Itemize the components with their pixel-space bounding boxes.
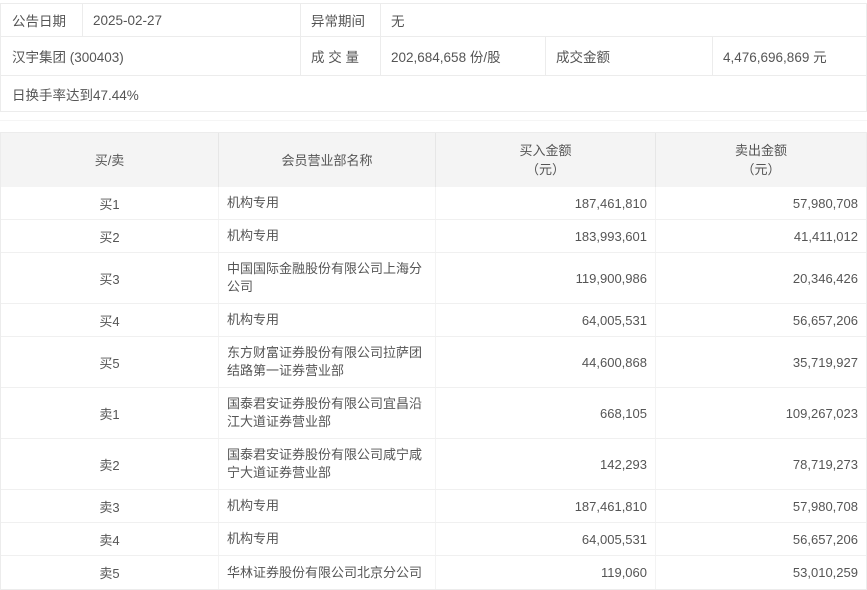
announce-date-value: 2025-02-27: [83, 4, 301, 36]
row-buy-amount: 119,900,986: [436, 253, 656, 303]
row-sell-amount: 56,657,206: [792, 531, 858, 547]
turnover-note: 日换手率达到47.44%: [12, 87, 139, 103]
table-row: 买1 机构专用 187,461,810 57,980,708: [1, 187, 866, 220]
table-row: 卖3 机构专用 187,461,810 57,980,708: [1, 490, 866, 523]
amount-label: 成交金额: [546, 37, 713, 75]
summary-panel: 公告日期 2025-02-27 异常期间 无 汉宇集团 (300403) 成 交…: [0, 3, 867, 112]
row-broker-name: 中国国际金融股份有限公司上海分公司: [219, 253, 436, 303]
row-side-label: 卖5: [1, 556, 219, 589]
row-side-label: 卖1: [1, 388, 219, 438]
section-gap: [0, 112, 867, 132]
row-buy-amount: 668,105: [436, 388, 656, 438]
table-row: 卖1 国泰君安证券股份有限公司宜昌沿江大道证券营业部 668,105 109,2…: [1, 388, 866, 439]
row-sell-amount: 41,411,012: [793, 228, 858, 244]
row-sell-amount: 53,010,259: [792, 565, 858, 580]
row-sell-amount: 109,267,023: [785, 405, 858, 421]
row-sell-amount: 20,346,426: [792, 270, 858, 286]
row-broker-name: 机构专用: [219, 523, 436, 555]
row-sell-amount: 56,657,206: [792, 312, 858, 328]
row-side-label: 买3: [1, 253, 219, 303]
table-row: 买2 机构专用 183,993,601 41,411,012: [1, 220, 866, 253]
stock-disclosure-page: 公告日期 2025-02-27 异常期间 无 汉宇集团 (300403) 成 交…: [0, 3, 867, 590]
row-buy-amount: 187,461,810: [436, 490, 656, 522]
row-side-label: 买5: [1, 337, 219, 387]
row-broker-name: 机构专用: [219, 187, 436, 219]
row-broker-name: 机构专用: [219, 220, 436, 252]
announce-date-label: 公告日期: [1, 4, 83, 36]
row-broker-name: 机构专用: [219, 304, 436, 336]
volume-label: 成 交 量: [301, 37, 381, 75]
row-side-label: 买1: [1, 187, 219, 219]
row-buy-amount: 183,993,601: [436, 220, 656, 252]
summary-row-volume: 汉宇集团 (300403) 成 交 量 202,684,658 份/股 成交金额…: [1, 37, 866, 76]
broker-rank-table: 买/卖 会员营业部名称 买入金额 （元） 卖出金额 （元） 买1 机构专用 18…: [0, 132, 867, 590]
row-buy-amount: 64,005,531: [436, 523, 656, 555]
row-broker-name: 国泰君安证券股份有限公司宜昌沿江大道证券营业部: [219, 388, 436, 438]
table-header-side: 买/卖: [1, 133, 219, 187]
row-buy-amount: 187,461,810: [436, 187, 656, 219]
abnormal-period-value: 无: [391, 14, 405, 29]
table-body: 买1 机构专用 187,461,810 57,980,708 买2 机构专用 1…: [1, 187, 866, 589]
row-side-label: 卖2: [1, 439, 219, 489]
row-buy-amount: 142,293: [436, 439, 656, 489]
table-header-sell-line2: （元）: [741, 162, 781, 177]
row-buy-amount: 44,600,868: [436, 337, 656, 387]
table-row: 卖2 国泰君安证券股份有限公司咸宁咸宁大道证券营业部 142,293 78,71…: [1, 439, 866, 490]
row-broker-name: 机构专用: [219, 490, 436, 522]
row-sell-amount: 78,719,273: [792, 456, 858, 472]
volume-value: 202,684,658 份/股: [381, 37, 546, 75]
abnormal-period-label: 异常期间: [301, 4, 381, 36]
row-sell-amount: 57,980,708: [792, 195, 858, 211]
table-row: 买4 机构专用 64,005,531 56,657,206: [1, 304, 866, 337]
row-buy-amount: 64,005,531: [436, 304, 656, 336]
row-side-label: 卖3: [1, 490, 219, 522]
table-header-sell: 卖出金额 （元）: [656, 133, 866, 187]
row-broker-name: 东方财富证券股份有限公司拉萨团结路第一证券营业部: [219, 337, 436, 387]
stock-name: 汉宇集团 (300403): [1, 37, 301, 75]
table-header-buy-line2: （元）: [525, 162, 565, 177]
row-sell-amount: 57,980,708: [792, 498, 858, 514]
table-row: 卖5 华林证券股份有限公司北京分公司 119,060 53,010,259: [1, 556, 866, 589]
table-row: 买3 中国国际金融股份有限公司上海分公司 119,900,986 20,346,…: [1, 253, 866, 304]
table-header-buy: 买入金额 （元）: [436, 133, 656, 187]
table-header-broker: 会员营业部名称: [219, 133, 436, 187]
row-broker-name: 国泰君安证券股份有限公司咸宁咸宁大道证券营业部: [219, 439, 436, 489]
table-row: 买5 东方财富证券股份有限公司拉萨团结路第一证券营业部 44,600,868 3…: [1, 337, 866, 388]
row-side-label: 买4: [1, 304, 219, 336]
row-side-label: 买2: [1, 220, 219, 252]
summary-row-announcement: 公告日期 2025-02-27 异常期间 无: [1, 4, 866, 37]
amount-value: 4,476,696,869 元: [723, 50, 827, 65]
row-sell-amount: 35,719,927: [792, 354, 858, 370]
table-row: 卖4 机构专用 64,005,531 56,657,206: [1, 523, 866, 556]
row-broker-name: 华林证券股份有限公司北京分公司: [219, 556, 436, 589]
row-side-label: 卖4: [1, 523, 219, 555]
row-buy-amount: 119,060: [436, 556, 656, 589]
table-header-row: 买/卖 会员营业部名称 买入金额 （元） 卖出金额 （元）: [1, 133, 866, 187]
table-header-sell-line1: 卖出金额: [734, 143, 787, 158]
table-header-buy-line1: 买入金额: [519, 143, 572, 158]
